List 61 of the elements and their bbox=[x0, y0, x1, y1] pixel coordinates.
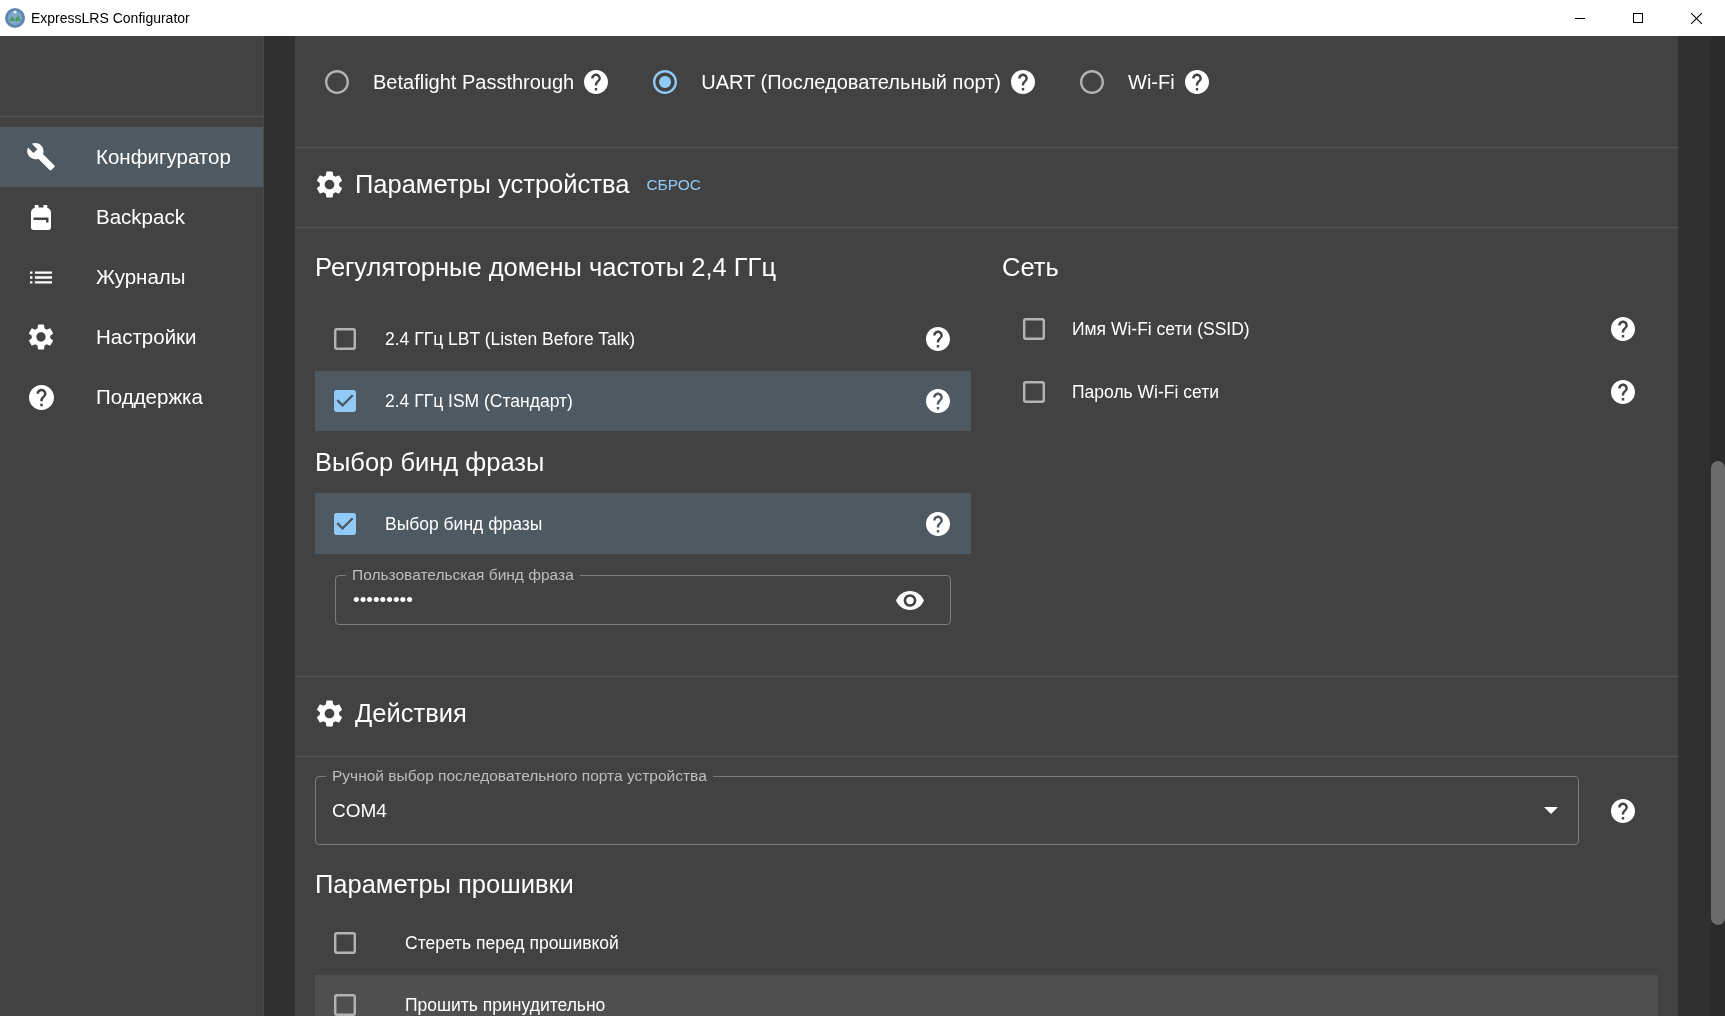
checkbox[interactable] bbox=[334, 328, 356, 350]
option-label: Wi-Fi bbox=[1128, 70, 1175, 94]
option-label: Betaflight Passthrough bbox=[373, 70, 575, 94]
help-icon[interactable] bbox=[584, 70, 609, 94]
option-label: Прошить принудительно bbox=[405, 994, 607, 1016]
field-label: Пользовательская бинд фраза bbox=[346, 565, 580, 585]
window-title: ExpressLRS Configurator bbox=[31, 8, 190, 28]
gear-icon bbox=[29, 324, 53, 350]
radio-button[interactable] bbox=[325, 70, 349, 94]
option-label: 2.4 ГГц LBT (Listen Before Talk) bbox=[385, 328, 637, 350]
section-heading: Выбор бинд фразы bbox=[315, 447, 546, 477]
option-label: Пароль Wi-Fi сети bbox=[1072, 381, 1220, 403]
radio-button[interactable] bbox=[1080, 70, 1104, 94]
help-icon[interactable] bbox=[1611, 317, 1635, 341]
option-label: Имя Wi-Fi сети (SSID) bbox=[1072, 318, 1251, 340]
wrench-icon bbox=[27, 143, 55, 171]
highlighted-row[interactable]: Выбор бинд фразы bbox=[315, 493, 971, 554]
checkbox[interactable] bbox=[334, 994, 356, 1016]
section-heading: Сеть bbox=[1002, 252, 1060, 282]
list-icon bbox=[30, 270, 52, 284]
maximize-icon bbox=[1633, 13, 1643, 23]
app-logo-icon bbox=[5, 8, 25, 28]
section-heading: Регуляторные домены частоты 2,4 ГГц bbox=[315, 252, 778, 282]
sidebar-item[interactable]: Backpack bbox=[0, 187, 263, 247]
option-label: 2.4 ГГц ISM (Стандарт) bbox=[385, 390, 574, 412]
help-icon[interactable] bbox=[1011, 70, 1035, 94]
checkbox[interactable] bbox=[334, 512, 356, 535]
sidebar-item[interactable]: Поддержка bbox=[0, 367, 263, 427]
option-label: UART (Последовательный порт) bbox=[701, 70, 1001, 94]
section-title: Параметры устройства bbox=[355, 169, 630, 201]
reset-button[interactable]: СБРОС bbox=[646, 172, 701, 197]
section-heading: Параметры прошивки bbox=[315, 869, 575, 899]
radio-button[interactable] bbox=[653, 70, 678, 94]
help-icon[interactable] bbox=[1611, 798, 1635, 823]
help-icon[interactable] bbox=[926, 389, 950, 413]
help-icon[interactable] bbox=[926, 511, 950, 536]
checkbox[interactable] bbox=[1023, 381, 1045, 403]
help-icon[interactable] bbox=[1611, 380, 1635, 404]
sidebar-item[interactable]: Настройки bbox=[0, 307, 263, 367]
highlighted-row[interactable]: 2.4 ГГц ISM (Стандарт) bbox=[315, 371, 971, 431]
minimize-icon bbox=[1575, 17, 1585, 19]
caret-icon bbox=[1544, 807, 1558, 814]
gear-icon bbox=[317, 700, 342, 727]
help-icon[interactable] bbox=[926, 327, 950, 351]
eye-icon[interactable] bbox=[896, 590, 924, 610]
checkbox[interactable] bbox=[334, 390, 356, 412]
option-label: Выбор бинд фразы bbox=[385, 512, 544, 535]
scrollbar-thumb[interactable] bbox=[1711, 461, 1725, 925]
help-icon bbox=[28, 384, 54, 410]
help-icon[interactable] bbox=[1184, 70, 1209, 94]
section-title: Действия bbox=[355, 698, 467, 730]
checkbox[interactable] bbox=[334, 932, 356, 954]
field-label: Ручной выбор последовательного порта устройства bbox=[326, 766, 713, 786]
backpack-icon bbox=[31, 204, 51, 230]
option-label: Стереть перед прошивкой bbox=[405, 932, 620, 954]
sidebar-item[interactable]: Журналы bbox=[0, 247, 263, 307]
checkbox[interactable] bbox=[1023, 318, 1045, 340]
highlighted-row[interactable]: Прошить принудительно bbox=[315, 975, 1658, 1016]
close-icon bbox=[1690, 12, 1702, 24]
sidebar-item[interactable]: Конфигуратор bbox=[0, 127, 263, 187]
gear-icon bbox=[317, 171, 342, 198]
